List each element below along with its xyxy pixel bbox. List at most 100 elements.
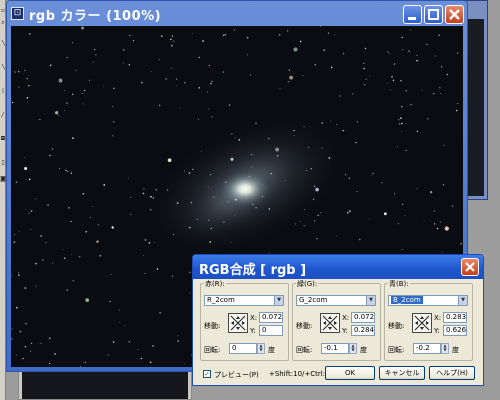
blue-move-pad[interactable] <box>412 313 432 333</box>
preview-label[interactable]: プレビュー(P) <box>214 370 259 380</box>
star <box>208 108 210 110</box>
green-y-input[interactable]: 0.2842 <box>351 325 375 336</box>
star <box>365 78 367 80</box>
green-x-input[interactable]: 0.0724 <box>351 312 375 323</box>
star <box>18 86 20 88</box>
star <box>70 254 72 256</box>
close-icon <box>465 262 475 272</box>
star <box>72 137 74 139</box>
minimize-button[interactable] <box>403 5 422 24</box>
star <box>303 125 305 127</box>
cancel-button[interactable]: キャンセル <box>379 366 425 380</box>
chevron-down-icon[interactable]: ▼ <box>366 296 375 305</box>
red-x-input[interactable]: 0.0724 <box>259 312 283 323</box>
red-y-input[interactable]: 0 <box>259 325 283 336</box>
star <box>227 201 229 203</box>
star <box>235 137 236 139</box>
star <box>336 235 338 237</box>
star <box>284 179 286 181</box>
ok-button[interactable]: OK <box>325 366 375 380</box>
star <box>251 154 253 156</box>
dialog-title: RGB合成 [ rgb ] <box>199 263 307 278</box>
star <box>24 69 26 72</box>
star <box>299 40 302 43</box>
maximize-icon <box>428 9 439 20</box>
red-rotate-input[interactable]: 0 <box>229 343 257 354</box>
dialog-titlebar[interactable]: RGB合成 [ rgb ] <box>193 255 483 279</box>
star <box>433 93 435 95</box>
star <box>137 349 139 350</box>
star <box>26 77 28 80</box>
star <box>111 226 114 229</box>
blue-rotate-spinner[interactable]: ▲ ▼ <box>441 343 449 354</box>
star <box>15 354 17 356</box>
star <box>11 328 13 330</box>
star <box>248 175 250 177</box>
star <box>14 234 16 236</box>
star <box>173 40 175 43</box>
star <box>152 345 154 347</box>
maximize-button[interactable] <box>424 5 443 24</box>
help-button[interactable]: ヘルプ(H) <box>429 366 475 380</box>
star <box>30 210 33 212</box>
star <box>457 102 458 104</box>
star <box>352 93 354 95</box>
chevron-down-icon[interactable]: ▼ <box>274 296 283 305</box>
star <box>434 55 436 57</box>
image-window-titlebar[interactable]: ⊡ rgb カラー (100%) <box>7 1 467 27</box>
star <box>58 78 63 83</box>
blue-x-input[interactable]: 0.2838 <box>443 312 467 323</box>
blue-source-select[interactable]: B_2com ▼ <box>388 295 468 306</box>
star <box>356 191 358 192</box>
red-rotate-spinner[interactable]: ▲ ▼ <box>257 343 265 354</box>
green-rotate-spinner[interactable]: ▲ ▼ <box>349 343 357 354</box>
red-source-select[interactable]: R_2com ▼ <box>204 295 284 306</box>
star <box>392 79 395 82</box>
star <box>148 242 151 244</box>
star <box>190 201 193 204</box>
star <box>223 221 225 223</box>
star <box>426 43 428 46</box>
star <box>319 26 321 27</box>
star <box>287 81 289 83</box>
dialog-close-button[interactable] <box>461 258 479 276</box>
star <box>177 340 179 342</box>
star <box>262 184 264 186</box>
green-rotate-input[interactable]: -0.1 <box>321 343 349 354</box>
star <box>310 168 312 170</box>
star <box>45 241 47 243</box>
star <box>119 309 121 311</box>
green-source-select[interactable]: G_2com ▼ <box>296 295 376 306</box>
green-move-pad[interactable] <box>320 313 340 333</box>
star <box>339 95 341 97</box>
star <box>171 67 173 69</box>
star <box>171 35 174 37</box>
blue-x-label: X: <box>434 314 442 322</box>
star <box>209 241 212 243</box>
preview-checkbox[interactable]: ✓ <box>203 370 211 378</box>
blue-y-input[interactable]: 0.6261 <box>443 325 467 336</box>
star <box>129 34 131 37</box>
rgb-composite-dialog[interactable]: RGB合成 [ rgb ] 赤(R): R_2com ▼ 移動: X: 0.07… <box>192 254 484 386</box>
star <box>35 262 37 265</box>
red-move-pad[interactable] <box>228 313 248 333</box>
star <box>72 93 74 96</box>
close-button[interactable] <box>445 5 464 24</box>
star <box>209 173 212 176</box>
chevron-down-icon[interactable]: ▼ <box>458 296 467 305</box>
star <box>363 62 365 64</box>
green-rotate-label: 回転: <box>296 346 313 354</box>
star <box>30 342 33 344</box>
star <box>103 184 106 186</box>
star <box>295 223 297 225</box>
app-window-icon[interactable]: ⊡ <box>11 7 24 20</box>
star <box>371 175 372 177</box>
star <box>197 118 199 120</box>
star <box>18 272 20 274</box>
blue-rotate-input[interactable]: -0.2 <box>413 343 441 354</box>
star <box>11 274 13 276</box>
star <box>189 271 191 273</box>
star <box>208 64 210 67</box>
star <box>342 53 345 55</box>
star <box>342 129 345 132</box>
